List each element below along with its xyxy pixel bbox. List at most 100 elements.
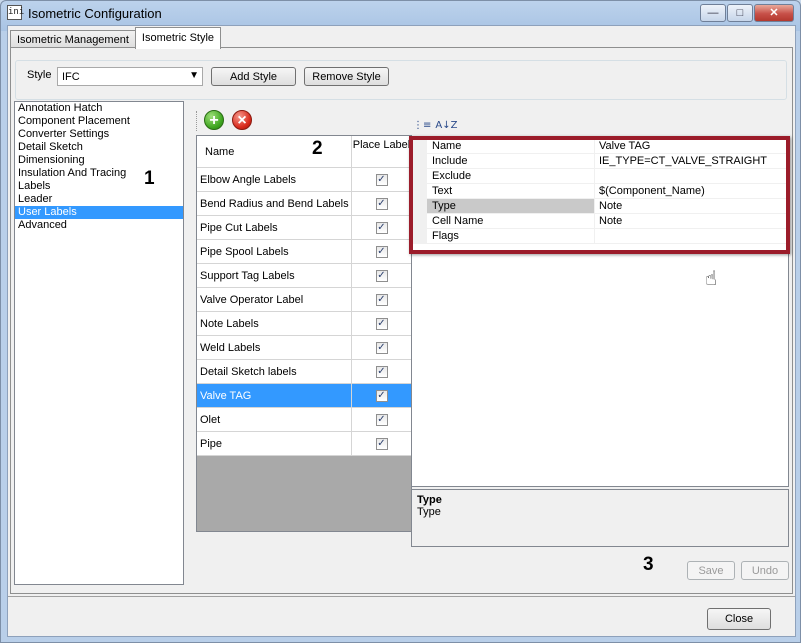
place-label-cell: ✓ xyxy=(352,408,411,431)
category-items: Annotation Hatch Component Placement Conve… xyxy=(15,102,183,232)
category-item[interactable]: Detail Sketch xyxy=(15,141,183,154)
property-description: Type Type xyxy=(411,489,789,547)
category-item[interactable]: Insulation And Tracing xyxy=(15,167,183,180)
label-name-cell[interactable]: Pipe Spool Labels xyxy=(197,240,352,263)
tab-isometric-style[interactable]: Isometric Style xyxy=(134,27,222,49)
hand-cursor-icon: ☝ xyxy=(705,266,718,290)
label-name-cell[interactable]: Elbow Angle Labels xyxy=(197,168,352,191)
place-label-checkbox[interactable]: ✓ xyxy=(375,365,388,378)
place-label-checkbox[interactable]: ✓ xyxy=(375,221,388,234)
label-name-cell[interactable]: Support Tag Labels xyxy=(197,264,352,287)
table-row[interactable]: Valve TAG ✓ xyxy=(197,384,411,408)
labels-grid: Name Place Label Elbow Angle Labels ✓ Bend… xyxy=(196,135,412,532)
place-label-checkbox[interactable]: ✓ xyxy=(375,389,388,402)
add-icon[interactable]: + xyxy=(204,110,224,130)
app-icon: ini xyxy=(7,5,24,20)
label-name-cell[interactable]: Note Labels xyxy=(197,312,352,335)
main-window: ini Isometric Configuration — □ ✕ Isomet… xyxy=(0,0,801,643)
chevron-down-icon: ▼ xyxy=(189,70,199,81)
category-item[interactable]: Annotation Hatch xyxy=(15,102,183,115)
category-item[interactable]: Labels xyxy=(15,180,183,193)
table-row[interactable]: Pipe ✓ xyxy=(197,432,411,456)
description-title: Type xyxy=(417,494,442,506)
save-button[interactable]: Save xyxy=(687,561,735,580)
place-label-checkbox[interactable]: ✓ xyxy=(375,269,388,282)
annotation-number-1: 1 xyxy=(144,168,155,189)
column-header-place-label[interactable]: Place Label xyxy=(352,136,411,167)
label-name-cell[interactable]: Valve TAG xyxy=(197,384,352,407)
place-label-checkbox[interactable]: ✓ xyxy=(375,197,388,210)
label-name-cell[interactable]: Bend Radius and Bend Labels xyxy=(197,192,352,215)
place-label-checkbox[interactable]: ✓ xyxy=(375,341,388,354)
place-label-cell: ✓ xyxy=(352,288,411,311)
label-name-cell[interactable]: Valve Operator Label xyxy=(197,288,352,311)
categorized-sort-icon[interactable]: ⋮≡ xyxy=(413,120,431,131)
category-item[interactable]: Dimensioning xyxy=(15,154,183,167)
category-item[interactable]: Advanced xyxy=(15,219,183,232)
category-item[interactable]: Converter Settings xyxy=(15,128,183,141)
title-bar[interactable]: ini Isometric Configuration — □ ✕ xyxy=(1,1,800,25)
add-style-button[interactable]: Add Style xyxy=(211,67,296,86)
table-row[interactable]: Olet ✓ xyxy=(197,408,411,432)
property-toolbar: ⋮≡ A↓Z xyxy=(413,120,461,131)
undo-button[interactable]: Undo xyxy=(741,561,789,580)
place-label-cell: ✓ xyxy=(352,192,411,215)
style-dropdown-value: IFC xyxy=(62,71,80,83)
place-label-cell: ✓ xyxy=(352,336,411,359)
category-list: Annotation Hatch Component Placement Conve… xyxy=(14,101,184,585)
place-label-cell: ✓ xyxy=(352,432,411,455)
place-label-checkbox[interactable]: ✓ xyxy=(375,173,388,186)
table-row[interactable]: Weld Labels ✓ xyxy=(197,336,411,360)
category-item[interactable]: Leader xyxy=(15,193,183,206)
label-name-cell[interactable]: Weld Labels xyxy=(197,336,352,359)
place-label-cell: ✓ xyxy=(352,360,411,383)
tab-strip: Isometric Management Isometric Style xyxy=(10,27,222,49)
place-label-cell: ✓ xyxy=(352,384,411,407)
client-area: Isometric Management Isometric Style Sty… xyxy=(7,25,796,637)
labels-panel: + × Name Place Label Elbow Angle Labels ✓… xyxy=(191,101,413,545)
minimize-button[interactable]: — xyxy=(700,4,726,22)
annotation-number-2: 2 xyxy=(312,138,323,159)
place-label-checkbox[interactable]: ✓ xyxy=(375,245,388,258)
category-item[interactable]: Component Placement xyxy=(15,115,183,128)
place-label-checkbox[interactable]: ✓ xyxy=(375,437,388,450)
place-label-checkbox[interactable]: ✓ xyxy=(375,413,388,426)
label-name-cell[interactable]: Pipe xyxy=(197,432,352,455)
label-name-cell[interactable]: Pipe Cut Labels xyxy=(197,216,352,239)
table-row[interactable]: Elbow Angle Labels ✓ xyxy=(197,168,411,192)
grid-header: Name Place Label xyxy=(197,136,411,168)
label-name-cell[interactable]: Olet xyxy=(197,408,352,431)
label-name-cell[interactable]: Detail Sketch labels xyxy=(197,360,352,383)
delete-icon[interactable]: × xyxy=(232,110,252,130)
table-row[interactable]: Pipe Cut Labels ✓ xyxy=(197,216,411,240)
alphabetical-sort-icon[interactable]: A↓Z xyxy=(435,120,457,131)
table-row[interactable]: Detail Sketch labels ✓ xyxy=(197,360,411,384)
place-label-checkbox[interactable]: ✓ xyxy=(375,293,388,306)
column-header-name[interactable]: Name xyxy=(197,136,352,167)
grid-rows: Elbow Angle Labels ✓ Bend Radius and Bend … xyxy=(197,168,411,456)
table-row[interactable]: Valve Operator Label ✓ xyxy=(197,288,411,312)
maximize-button[interactable]: □ xyxy=(727,4,753,22)
place-label-cell: ✓ xyxy=(352,240,411,263)
remove-style-button[interactable]: Remove Style xyxy=(304,67,389,86)
table-row[interactable]: Support Tag Labels ✓ xyxy=(197,264,411,288)
place-label-cell: ✓ xyxy=(352,168,411,191)
close-button[interactable]: Close xyxy=(707,608,771,630)
toolbar-grip[interactable] xyxy=(196,111,198,131)
table-row[interactable]: Note Labels ✓ xyxy=(197,312,411,336)
window-title: Isometric Configuration xyxy=(28,6,162,21)
annotation-number-3: 3 xyxy=(643,554,654,575)
footer-separator xyxy=(8,596,795,597)
category-item[interactable]: User Labels xyxy=(15,206,183,219)
highlight-box xyxy=(409,136,790,254)
description-text: Type xyxy=(417,506,441,518)
style-group: Style IFC ▼ Add Style Remove Style xyxy=(15,60,787,100)
style-dropdown[interactable]: IFC ▼ xyxy=(57,67,203,86)
close-window-button[interactable]: ✕ xyxy=(754,4,794,22)
table-row[interactable]: Pipe Spool Labels ✓ xyxy=(197,240,411,264)
style-label: Style xyxy=(27,69,52,81)
isometric-style-page: Style IFC ▼ Add Style Remove Style Annot… xyxy=(10,47,793,594)
place-label-cell: ✓ xyxy=(352,264,411,287)
place-label-checkbox[interactable]: ✓ xyxy=(375,317,388,330)
table-row[interactable]: Bend Radius and Bend Labels ✓ xyxy=(197,192,411,216)
